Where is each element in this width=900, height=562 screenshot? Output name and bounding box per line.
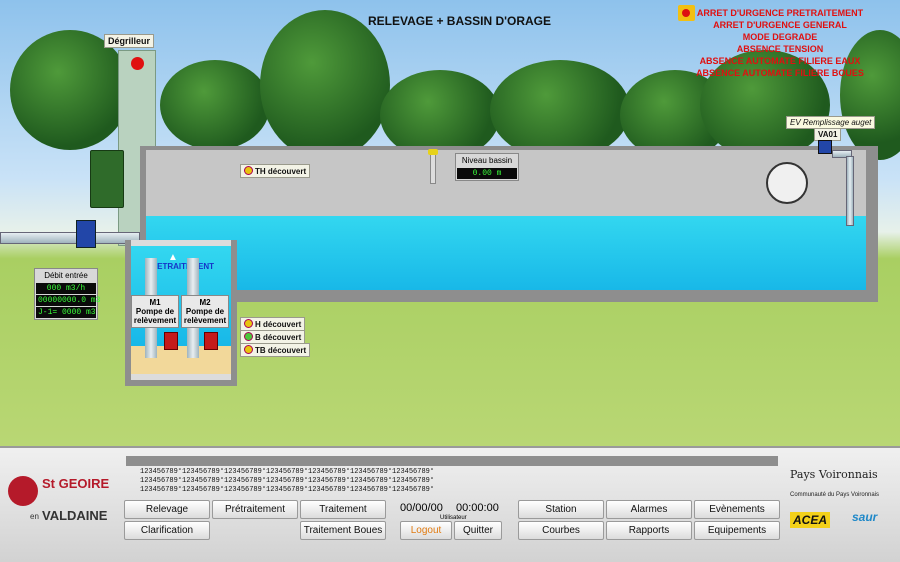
niveau-panel: Niveau bassin 0.00 m [455,153,519,181]
alarm-item[interactable]: ARRET D'URGENCE PRETRAITEMENT [690,7,870,19]
acea-logo: ACEA [790,512,831,528]
flowmeter-icon[interactable] [76,220,96,248]
warning-icon [244,319,253,328]
pump-m2-desc: Pompe de relèvement [183,307,227,325]
niveau-value: 0.00 m [457,168,517,179]
logout-button[interactable]: Logout [400,521,452,540]
pump-m1-icon[interactable] [164,332,178,350]
debit-panel: Débit entrée 000 m3/h 00000000.0 m3 J-1=… [34,268,101,320]
valve-icon[interactable] [818,140,832,154]
degrilleur-label: Dégrilleur [104,34,155,48]
scada-screen: RELEVAGE + BASSIN D'ORAGE ARRET D'URGENC… [0,0,900,562]
alarm-list: ARRET D'URGENCE PRETRAITEMENT ARRET D'UR… [690,7,870,79]
tag-th-label: TH découvert [255,167,307,176]
time-display: 00:00:00 [456,502,499,514]
status-line: 123456789°123456789°123456789°123456789°… [140,477,435,485]
pump-m2-icon[interactable] [204,332,218,350]
pump-m1-label[interactable]: M1 Pompe de relèvement [131,295,179,328]
level-sensor-icon[interactable] [428,149,438,184]
pays-voironnais-subtitle: Communauté du Pays Voironnais [790,492,880,498]
degrilleur-status-icon [131,57,144,70]
inlet-pipe [0,232,140,244]
alarm-item[interactable]: MODE DEGRADE [690,31,870,43]
ok-icon [244,332,253,341]
logo-saint-geoire: St GEOIRE [42,476,110,491]
debit-yesterday-value: J-1= 0000 m3 [36,307,96,318]
tree-decoration [260,10,390,160]
logo-valdaine: VALDAINE [42,508,108,523]
nav-traitement-boues-button[interactable]: Traitement Boues [300,521,386,540]
nav-traitement-button[interactable]: Traitement [300,500,386,519]
message-bar [126,456,778,466]
status-line: 123456789°123456789°123456789°123456789°… [140,486,435,494]
tag-tb[interactable]: TB découvert [240,343,311,357]
nav-courbes-button[interactable]: Courbes [518,521,604,540]
tree-decoration [490,60,630,160]
arrow-up-icon: ▲ [168,252,178,263]
pays-voironnais-logo: Pays Voironnais [790,468,878,481]
commune-logo-icon [8,476,38,506]
nav-station-button[interactable]: Station [518,500,604,519]
tag-b[interactable]: B découvert [240,330,306,344]
date-display: 00/00/00 [400,502,443,514]
pump-m2-name: M2 [199,298,211,307]
nav-pretraitement-button[interactable]: Prétraitement [212,500,298,519]
tag-th[interactable]: TH découvert [240,164,311,178]
warning-icon [244,345,253,354]
nav-clarification-button[interactable]: Clarification [124,521,210,540]
nav-equipements-button[interactable]: Equipements [694,521,780,540]
alarm-item[interactable]: ABSENCE AUTOMATE FILIERE BOUES [690,67,870,79]
bottom-toolbar: St GEOIRE en VALDAINE 123456789°12345678… [0,446,900,562]
nav-relevage-button[interactable]: Relevage [124,500,210,519]
auget-pipe-vertical [846,156,854,226]
tree-decoration [10,30,130,150]
pump-m2-label[interactable]: M2 Pompe de relèvement [181,295,229,328]
logo-en: en [30,512,39,521]
tag-b-label: B découvert [255,333,302,342]
tag-h[interactable]: H découvert [240,317,306,331]
pump-m1-desc: Pompe de relèvement [133,307,177,325]
nav-evenements-button[interactable]: Evènements [694,500,780,519]
saur-logo: saur [852,510,878,524]
page-title: RELEVAGE + BASSIN D'ORAGE [368,14,551,28]
pump-m1-name: M1 [149,298,161,307]
tree-decoration [160,60,270,150]
niveau-label: Niveau bassin [461,156,513,165]
tipping-bucket-icon[interactable] [766,162,808,204]
alarm-item[interactable]: ABSENCE AUTOMATE FILIERE EAUX [690,55,870,67]
tag-h-label: H découvert [255,320,302,329]
nav-alarmes-button[interactable]: Alarmes [606,500,692,519]
waste-bin-icon [90,150,124,208]
debit-total-value: 00000000.0 m3 [36,295,101,306]
warning-icon [244,166,253,175]
status-line: 123456789°123456789°123456789°123456789°… [140,468,435,476]
quitter-button[interactable]: Quitter [454,521,502,540]
basin-water [146,216,866,290]
alarm-item[interactable]: ABSENCE TENSION [690,43,870,55]
debit-flow-value: 000 m3/h [36,283,96,294]
nav-rapports-button[interactable]: Rapports [606,521,692,540]
process-scene: RELEVAGE + BASSIN D'ORAGE ARRET D'URGENC… [0,0,900,446]
debit-label: Débit entrée [44,271,88,280]
alarm-item[interactable]: ARRET D'URGENCE GENERAL [690,19,870,31]
tag-tb-label: TB découvert [255,346,307,355]
